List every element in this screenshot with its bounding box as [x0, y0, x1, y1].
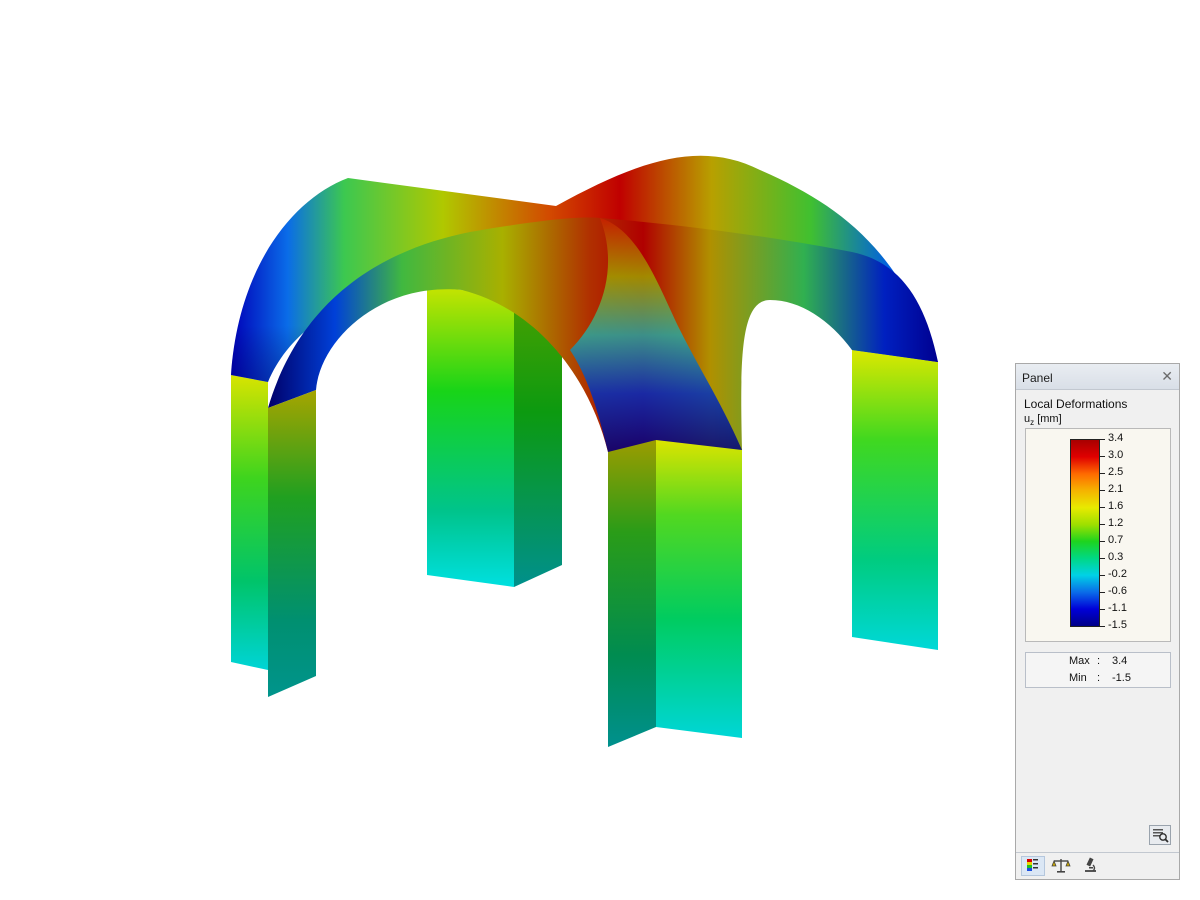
min-value: -1.5 — [1112, 672, 1131, 684]
front-pier-side-face — [608, 440, 656, 747]
min-max-summary: Max : 3.4 Min : -1.5 — [1025, 652, 1171, 688]
legend-tick-label: 3.0 — [1108, 449, 1124, 461]
panel-title: Panel — [1022, 371, 1053, 385]
legend-tick-label: -0.6 — [1108, 585, 1127, 597]
legend-tick — [1100, 541, 1105, 542]
legend-tick — [1100, 575, 1105, 576]
legend-tick-label: 0.3 — [1108, 551, 1124, 563]
result-type-label: Local Deformations — [1024, 397, 1128, 411]
max-value: 3.4 — [1112, 655, 1128, 667]
panel-toolbar — [1016, 852, 1179, 879]
legend-tick — [1100, 473, 1105, 474]
max-colon: : — [1097, 655, 1101, 667]
legend-tick-label: 3.4 — [1108, 432, 1124, 444]
legend-tick — [1100, 524, 1105, 525]
legend-tick-label: 1.6 — [1108, 500, 1124, 512]
panel-titlebar[interactable]: Panel ✕ — [1016, 364, 1179, 390]
legend-tick — [1100, 490, 1105, 491]
color-scale-bar — [1070, 439, 1100, 627]
legend-tick-label: -0.2 — [1108, 568, 1127, 580]
back-pier-front-face — [427, 286, 514, 587]
legend-tick-label: -1.5 — [1108, 619, 1127, 631]
legend-tick — [1100, 592, 1105, 593]
left-wall-outer-face — [231, 375, 268, 670]
microscope-icon[interactable] — [1079, 856, 1103, 876]
results-panel: Panel ✕ Local Deformations uz [mm] 3.4 3.… — [1015, 363, 1180, 880]
balance-icon[interactable] — [1050, 856, 1074, 876]
legend-tick — [1100, 558, 1105, 559]
legend-tick-label: 0.7 — [1108, 534, 1124, 546]
left-wall-inner-face — [268, 390, 316, 697]
color-legend[interactable]: 3.4 3.0 2.5 2.1 1.6 1.2 0.7 0.3 -0.2 -0.6 -1.1 -1.5 — [1025, 428, 1171, 642]
max-label: Max — [1069, 655, 1090, 667]
magnify-icon[interactable] — [1149, 825, 1171, 845]
legend-tick — [1100, 626, 1105, 627]
right-pier-face — [852, 350, 938, 650]
max-row: Max : 3.4 — [1026, 655, 1170, 671]
legend-tick-label: 2.5 — [1108, 466, 1124, 478]
result-unit-label: uz [mm] — [1024, 413, 1062, 427]
legend-tick-label: 2.1 — [1108, 483, 1124, 495]
legend-tick-label: -1.1 — [1108, 602, 1127, 614]
legend-tick-label: 1.2 — [1108, 517, 1124, 529]
front-pier-front-face — [656, 440, 742, 738]
model-viewport[interactable] — [0, 0, 1000, 900]
close-icon[interactable]: ✕ — [1161, 369, 1173, 383]
legend-tick — [1100, 507, 1105, 508]
unit-text: [mm] — [1037, 413, 1062, 425]
min-colon: : — [1097, 672, 1101, 684]
min-row: Min : -1.5 — [1026, 672, 1170, 688]
min-label: Min — [1069, 672, 1087, 684]
legend-tick — [1100, 456, 1105, 457]
unit-subscript: z — [1030, 418, 1035, 428]
legend-tick — [1100, 609, 1105, 610]
color-scale-icon[interactable] — [1021, 856, 1045, 876]
legend-tick — [1100, 439, 1105, 440]
